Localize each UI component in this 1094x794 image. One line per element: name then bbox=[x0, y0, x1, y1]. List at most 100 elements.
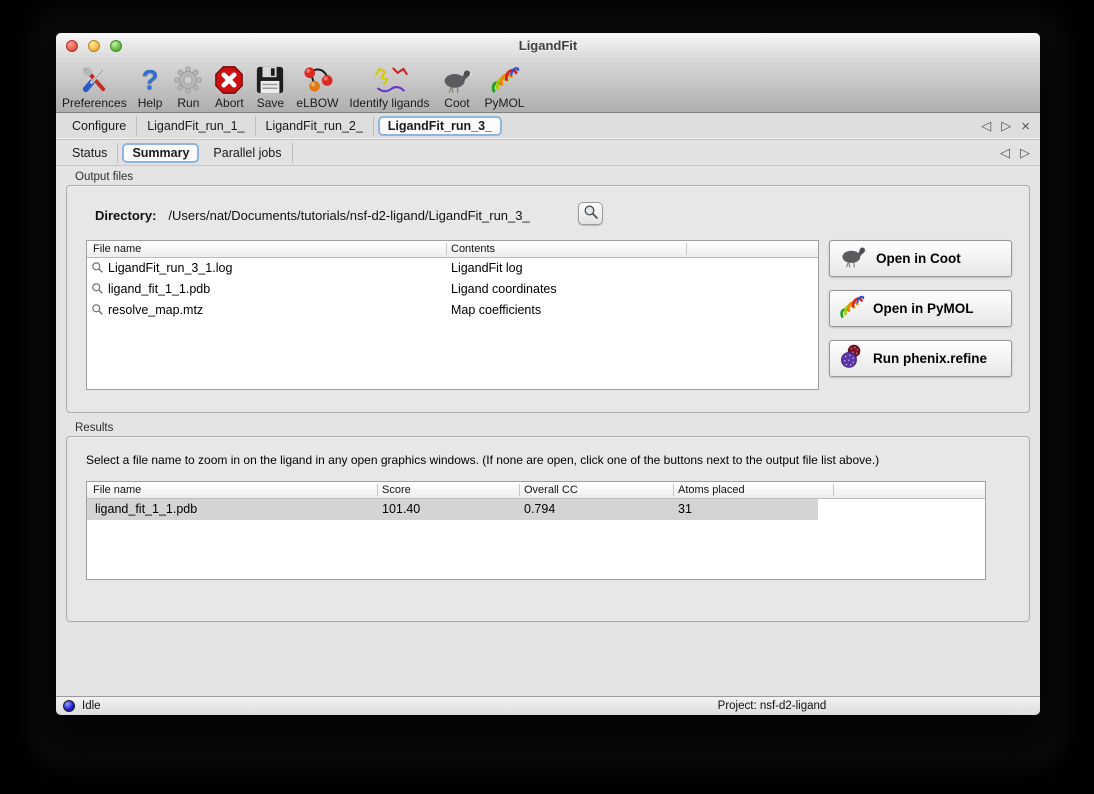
toolbar-button-elbow[interactable]: eLBOW bbox=[296, 63, 338, 110]
search-icon bbox=[91, 303, 104, 321]
column-header-atoms-placed: Atoms placed bbox=[678, 484, 745, 496]
tab-parallel-jobs[interactable]: Parallel jobs bbox=[203, 143, 292, 163]
desktop-background: LigandFit Preferences ? Help bbox=[0, 0, 1094, 794]
file-row-pdb[interactable]: ligand_fit_1_1.pdb Ligand coordinates bbox=[87, 279, 818, 300]
toolbar-button-save[interactable]: Save bbox=[255, 63, 285, 110]
toolbar-button-label: Coot bbox=[444, 96, 469, 110]
subtab-prev-arrow-icon[interactable]: ◁ bbox=[1000, 145, 1010, 161]
file-contents: LigandFit log bbox=[451, 261, 523, 275]
status-bar: Idle Project: nsf-d2-ligand bbox=[56, 696, 1040, 715]
pymol-ribbon-icon bbox=[838, 293, 865, 325]
summary-panel: Output files Directory: /Users/nat/Docum… bbox=[56, 166, 1040, 696]
tab-next-arrow-icon[interactable]: ▷ bbox=[1001, 118, 1011, 134]
run-tab-bar: Configure LigandFit_run_1_ LigandFit_run… bbox=[56, 113, 1040, 140]
tab-ligandfit-run-1[interactable]: LigandFit_run_1_ bbox=[137, 116, 255, 136]
browse-directory-button[interactable] bbox=[578, 202, 603, 225]
output-files-groupbox: Directory: /Users/nat/Documents/tutorial… bbox=[66, 185, 1030, 413]
run-phenix-refine-button[interactable]: Run phenix.refine bbox=[829, 340, 1012, 377]
identify-ligands-icon bbox=[368, 63, 410, 96]
toolbar-button-label: Save bbox=[257, 96, 284, 110]
file-row-mtz[interactable]: resolve_map.mtz Map coefficients bbox=[87, 300, 818, 321]
elbow-molecule-icon bbox=[302, 63, 333, 96]
toolbar-button-label: eLBOW bbox=[296, 96, 338, 110]
results-section-label: Results bbox=[75, 422, 1030, 434]
project-label: Project: nsf-d2-ligand bbox=[656, 700, 888, 712]
toolbar: Preferences ? Help bbox=[56, 59, 1040, 113]
status-text: Idle bbox=[82, 700, 101, 712]
toolbar-button-run[interactable]: Run bbox=[173, 63, 203, 110]
file-contents: Map coefficients bbox=[451, 303, 541, 317]
file-contents: Ligand coordinates bbox=[451, 282, 557, 296]
column-divider[interactable] bbox=[519, 484, 520, 496]
toolbar-button-label: Abort bbox=[215, 96, 244, 110]
button-label: Open in PyMOL bbox=[873, 301, 974, 316]
tab-nav-controls: ◁ ▷ × bbox=[981, 118, 1040, 134]
toolbar-button-pymol[interactable]: PyMOL bbox=[484, 63, 524, 110]
column-divider[interactable] bbox=[833, 484, 834, 496]
save-icon bbox=[255, 63, 285, 96]
toolbar-button-label: PyMOL bbox=[484, 96, 524, 110]
result-score: 101.40 bbox=[382, 502, 420, 516]
results-instruction-text: Select a file name to zoom in on the lig… bbox=[86, 453, 1015, 467]
results-table-header: File name Score Overall CC Atoms placed bbox=[87, 482, 985, 499]
file-row-log[interactable]: LigandFit_run_3_1.log LigandFit log bbox=[87, 258, 818, 279]
file-name: ligand_fit_1_1.pdb bbox=[108, 282, 210, 296]
tab-status[interactable]: Status bbox=[62, 143, 118, 163]
tab-configure[interactable]: Configure bbox=[62, 116, 137, 136]
results-table: File name Score Overall CC Atoms placed … bbox=[86, 481, 986, 580]
help-icon: ? bbox=[141, 63, 158, 96]
open-in-coot-button[interactable]: Open in Coot bbox=[829, 240, 1012, 277]
button-label: Run phenix.refine bbox=[873, 351, 987, 366]
search-icon bbox=[91, 261, 104, 279]
toolbar-button-preferences[interactable]: Preferences bbox=[62, 63, 127, 110]
status-indicator-icon bbox=[63, 700, 75, 712]
results-groupbox: Select a file name to zoom in on the lig… bbox=[66, 436, 1030, 622]
directory-row: Directory: /Users/nat/Documents/tutorial… bbox=[95, 208, 530, 223]
search-icon bbox=[91, 282, 104, 300]
toolbar-button-label: Identify ligands bbox=[349, 96, 429, 110]
tab-close-icon[interactable]: × bbox=[1021, 120, 1030, 133]
tab-ligandfit-run-2[interactable]: LigandFit_run_2_ bbox=[256, 116, 374, 136]
toolbar-button-label: Help bbox=[138, 96, 163, 110]
directory-path: /Users/nat/Documents/tutorials/nsf-d2-li… bbox=[168, 208, 529, 223]
tab-ligandfit-run-3[interactable]: LigandFit_run_3_ bbox=[378, 116, 502, 136]
file-name: LigandFit_run_3_1.log bbox=[108, 261, 232, 275]
column-header-overall-cc: Overall CC bbox=[524, 484, 578, 496]
column-header-contents: Contents bbox=[451, 243, 495, 255]
button-label: Open in Coot bbox=[876, 251, 961, 266]
result-atoms-placed: 31 bbox=[678, 502, 692, 516]
column-divider[interactable] bbox=[377, 484, 378, 496]
open-in-pymol-button[interactable]: Open in PyMOL bbox=[829, 290, 1012, 327]
phenix-refine-icon bbox=[838, 343, 865, 375]
toolbar-button-abort[interactable]: Abort bbox=[214, 63, 244, 110]
column-divider[interactable] bbox=[446, 243, 447, 255]
toolbar-button-identify-ligands[interactable]: Identify ligands bbox=[349, 63, 429, 110]
toolbar-button-coot[interactable]: Coot bbox=[440, 63, 473, 110]
coot-bird-icon bbox=[440, 63, 473, 96]
output-files-table-header: File name Contents bbox=[87, 241, 818, 258]
directory-label: Directory: bbox=[95, 208, 156, 223]
column-divider[interactable] bbox=[673, 484, 674, 496]
column-header-file-name: File name bbox=[93, 484, 141, 496]
result-row-selected[interactable]: ligand_fit_1_1.pdb 101.40 0.794 31 bbox=[87, 499, 985, 520]
tab-summary[interactable]: Summary bbox=[122, 143, 199, 163]
subtab-nav-controls: ◁ ▷ bbox=[1000, 145, 1040, 161]
result-overall-cc: 0.794 bbox=[524, 502, 555, 516]
window-titlebar[interactable]: LigandFit bbox=[56, 33, 1040, 59]
subtab-next-arrow-icon[interactable]: ▷ bbox=[1020, 145, 1030, 161]
toolbar-button-label: Run bbox=[177, 96, 199, 110]
tab-prev-arrow-icon[interactable]: ◁ bbox=[981, 118, 991, 134]
coot-bird-icon bbox=[838, 243, 868, 274]
window-title: LigandFit bbox=[56, 38, 1040, 53]
toolbar-button-label: Preferences bbox=[62, 96, 127, 110]
output-actions: Open in Coot Open in PyMO bbox=[829, 240, 1012, 390]
search-icon bbox=[583, 204, 599, 223]
app-window: LigandFit Preferences ? Help bbox=[56, 33, 1040, 715]
abort-icon bbox=[214, 63, 244, 96]
result-file-name: ligand_fit_1_1.pdb bbox=[95, 502, 197, 516]
pymol-ribbon-icon bbox=[489, 63, 520, 96]
column-divider[interactable] bbox=[686, 243, 687, 255]
toolbar-button-help[interactable]: ? Help bbox=[138, 63, 163, 110]
run-gear-icon bbox=[173, 63, 203, 96]
output-files-section-label: Output files bbox=[75, 171, 1030, 183]
